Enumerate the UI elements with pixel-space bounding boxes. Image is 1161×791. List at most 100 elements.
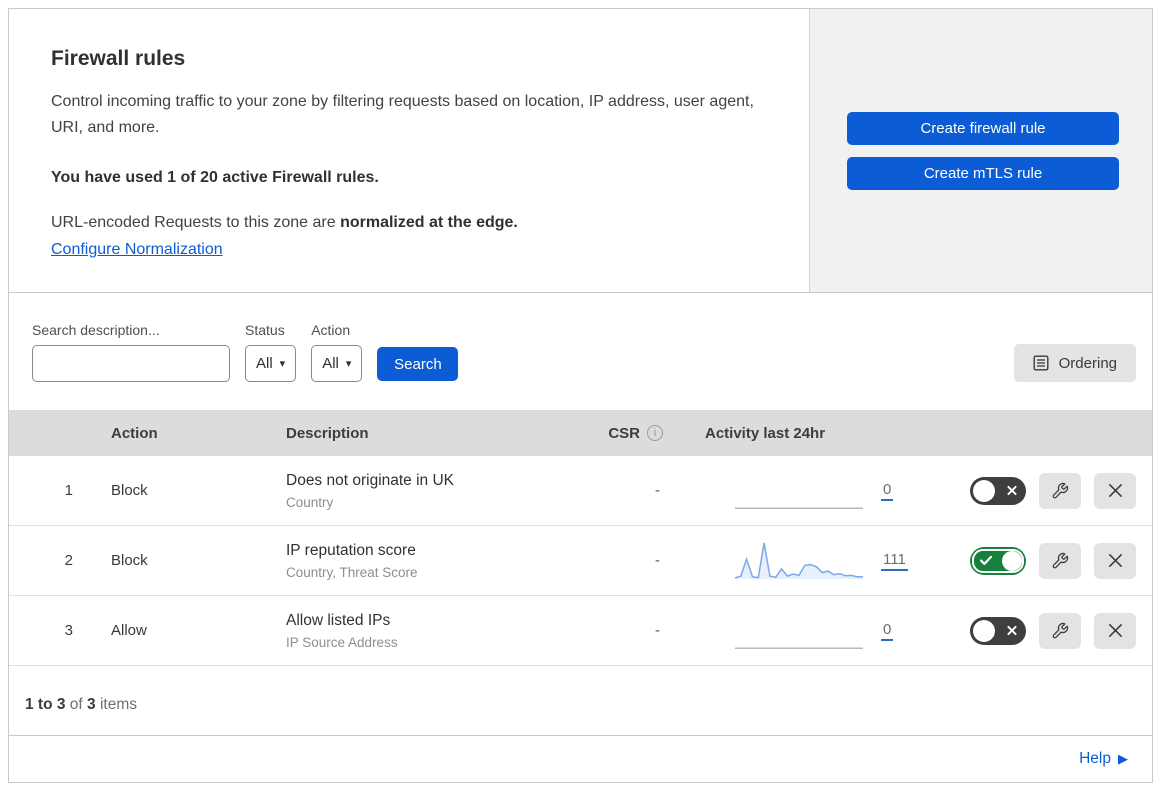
items-range: 1 to 3	[25, 696, 66, 713]
intro-panel: Firewall rules Control incoming traffic …	[9, 9, 810, 292]
table-row: 1 Block Does not originate in UK Country…	[9, 456, 1152, 526]
normalization-note: URL-encoded Requests to this zone are no…	[51, 214, 767, 232]
search-button[interactable]: Search	[377, 347, 459, 381]
ordering-button[interactable]: Ordering	[1013, 344, 1136, 382]
configure-normalization-link[interactable]: Configure Normalization	[51, 241, 223, 259]
table-row: 2 Block IP reputation score Country, Thr…	[9, 526, 1152, 596]
rule-action: Block	[111, 552, 148, 569]
create-firewall-rule-button[interactable]: Create firewall rule	[847, 111, 1119, 145]
close-icon	[1108, 624, 1122, 637]
ordering-button-label: Ordering	[1058, 354, 1117, 372]
delete-rule-button[interactable]	[1094, 542, 1136, 579]
rule-description-cell: IP reputation score Country, Threat Scor…	[272, 542, 582, 580]
activity-count-link[interactable]: 0	[881, 621, 894, 641]
items-word: items	[95, 696, 137, 713]
create-mtls-rule-button[interactable]: Create mTLS rule	[847, 156, 1119, 190]
search-group: Search description...	[32, 322, 236, 382]
activity-count-link[interactable]: 0	[881, 481, 894, 501]
wrench-icon	[1052, 482, 1069, 498]
items-total: 3	[87, 696, 96, 713]
page-title: Firewall rules	[51, 47, 186, 70]
column-header-action: Action	[111, 424, 158, 442]
edit-rule-button[interactable]	[1039, 612, 1081, 649]
toggle-check-icon	[979, 552, 993, 569]
action-select[interactable]: All ▾	[311, 345, 363, 382]
activity-cell: 111	[687, 541, 937, 581]
status-select[interactable]: All ▾	[245, 345, 297, 382]
chevron-down-icon: ▾	[279, 358, 286, 370]
toggle-knob	[973, 479, 995, 502]
status-filter-group: Status All ▾	[245, 322, 297, 382]
normalization-bold: normalized at the edge.	[340, 213, 518, 231]
rule-description: IP reputation score	[286, 541, 416, 559]
actions-panel: Create firewall rule Create mTLS rule	[810, 9, 1152, 292]
help-label: Help	[1079, 750, 1111, 767]
activity-cell: 0	[687, 611, 937, 651]
activity-sparkline	[735, 507, 863, 509]
items-count-row: 1 to 3 of 3 items	[9, 666, 1152, 736]
activity-sparkline	[735, 542, 863, 579]
column-header-activity: Activity last 24hr	[705, 424, 826, 442]
edit-rule-button[interactable]	[1039, 542, 1081, 579]
action-label: Action	[311, 322, 351, 338]
rule-description-cell: Allow listed IPs IP Source Address	[272, 612, 582, 650]
rule-controls	[937, 542, 1152, 579]
page-description: Control incoming traffic to your zone by…	[51, 93, 754, 136]
search-label: Search description...	[32, 322, 160, 338]
filter-bar: Search description... Status All ▾ Actio…	[9, 293, 1152, 410]
toggle-x-icon	[1007, 482, 1017, 499]
delete-rule-button[interactable]	[1094, 612, 1136, 649]
rule-description: Allow listed IPs	[286, 611, 391, 629]
rule-description: Does not originate in UK	[286, 471, 455, 489]
wrench-icon	[1052, 552, 1069, 568]
column-header-csr: CSR i	[582, 425, 687, 442]
edit-rule-button[interactable]	[1039, 472, 1081, 509]
activity-cell: 0	[687, 471, 937, 511]
rule-controls	[937, 612, 1152, 649]
rules-table-body: 1 Block Does not originate in UK Country…	[9, 456, 1152, 666]
action-selected-value: All	[322, 355, 339, 372]
help-row: Help ▶	[9, 736, 1152, 782]
wrench-icon	[1052, 622, 1069, 638]
ordering-list-icon	[1033, 355, 1049, 371]
search-box[interactable]	[32, 345, 236, 382]
rule-controls	[937, 472, 1152, 509]
toggle-knob	[1002, 550, 1022, 571]
action-filter-group: Action All ▾	[311, 322, 363, 382]
rule-number: 3	[64, 622, 73, 639]
rule-description-cell: Does not originate in UK Country	[272, 472, 582, 510]
rule-criteria: Country, Threat Score	[286, 564, 418, 580]
rule-action: Allow	[111, 622, 147, 639]
status-toggle[interactable]	[970, 476, 1026, 505]
help-arrow-icon: ▶	[1118, 751, 1128, 766]
rule-action: Block	[111, 482, 148, 499]
activity-sparkline	[735, 647, 863, 649]
search-input[interactable]	[51, 354, 236, 373]
firewall-rules-page: Firewall rules Control incoming traffic …	[8, 8, 1153, 783]
status-selected-value: All	[256, 355, 273, 372]
status-label: Status	[245, 322, 285, 338]
close-icon	[1108, 554, 1122, 567]
rule-criteria: Country	[286, 494, 334, 510]
items-of: of	[65, 696, 88, 713]
toggle-knob	[973, 619, 995, 642]
chevron-down-icon: ▾	[345, 358, 352, 370]
usage-summary: You have used 1 of 20 active Firewall ru…	[51, 168, 379, 186]
status-toggle[interactable]	[970, 616, 1026, 645]
close-icon	[1108, 484, 1122, 497]
csr-header-label: CSR	[608, 424, 640, 442]
activity-count-link[interactable]: 111	[881, 551, 908, 571]
delete-rule-button[interactable]	[1094, 472, 1136, 509]
csr-value: -	[655, 622, 660, 639]
csr-value: -	[655, 552, 660, 569]
info-icon[interactable]: i	[647, 425, 663, 441]
status-toggle[interactable]	[970, 546, 1026, 575]
rule-number: 2	[64, 552, 73, 569]
column-header-description: Description	[286, 424, 369, 442]
table-row: 3 Allow Allow listed IPs IP Source Addre…	[9, 596, 1152, 666]
rules-table-header: Action Description CSR i Activity last 2…	[9, 410, 1152, 456]
normalization-text: URL-encoded Requests to this zone are	[51, 213, 341, 231]
help-link[interactable]: Help ▶	[1079, 750, 1128, 768]
rule-criteria: IP Source Address	[286, 634, 398, 650]
header-section: Firewall rules Control incoming traffic …	[9, 9, 1152, 293]
